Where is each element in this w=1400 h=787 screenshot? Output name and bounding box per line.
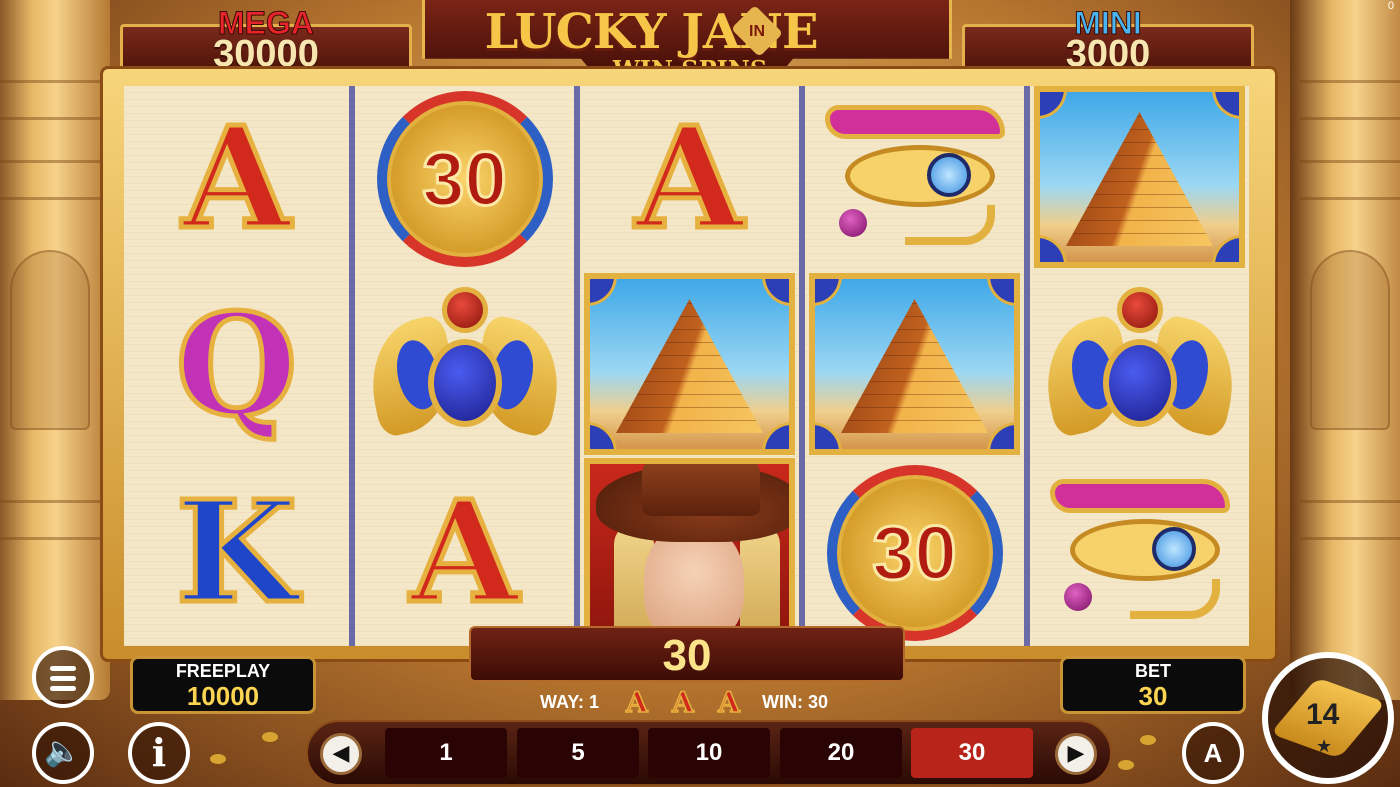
gold-coin-decoration xyxy=(1118,760,1134,770)
pillar-band xyxy=(0,160,100,200)
symbol-cell xyxy=(1030,460,1249,646)
win-amount-display: 30 xyxy=(469,626,905,682)
symbol-scarab-icon xyxy=(1033,281,1246,451)
gold-coin-decoration xyxy=(1140,735,1156,745)
symbol-cell: 30 xyxy=(355,86,574,272)
symbol-cell: Q xyxy=(124,273,349,459)
way-win-amount: WIN: 30 xyxy=(762,692,829,712)
bet-next-arrow-icon[interactable]: ▶ xyxy=(1055,733,1097,775)
symbol-cell xyxy=(1030,273,1249,459)
menu-hamburger-icon[interactable] xyxy=(32,646,94,708)
bet-prev-arrow-icon[interactable]: ◀ xyxy=(320,733,362,775)
pillar-band xyxy=(1300,160,1400,200)
bet-panel: BET 30 xyxy=(1060,656,1246,714)
symbol-cell: K xyxy=(124,460,349,646)
reel-5 xyxy=(1024,86,1249,646)
egyptian-figure-carving xyxy=(10,250,90,430)
spin-button[interactable]: 14 ★ xyxy=(1262,652,1394,784)
pillar-band xyxy=(0,500,100,540)
symbol-cell: A xyxy=(580,86,799,272)
symbol-cell xyxy=(355,273,574,459)
bet-option-1[interactable]: 1 xyxy=(385,728,507,778)
freeplay-balance-panel: FREEPLAY 10000 xyxy=(130,656,316,714)
reel-1: A Q K xyxy=(124,86,349,646)
bet-option-10[interactable]: 10 xyxy=(648,728,770,778)
bet-option-30-selected[interactable]: 30 xyxy=(911,728,1033,778)
reel-3: A xyxy=(574,86,799,646)
symbol-cell: 30 xyxy=(805,460,1024,646)
symbol-letter-a: A xyxy=(180,97,294,261)
symbol-cell: A xyxy=(124,86,349,272)
freeplay-label: FREEPLAY xyxy=(175,661,271,681)
right-pillar-decoration xyxy=(1290,0,1400,700)
bet-option-5[interactable]: 5 xyxy=(517,728,639,778)
symbol-letter-q: Q xyxy=(173,284,300,448)
symbol-lucky-jane-wild-icon xyxy=(584,458,795,646)
symbol-pyramid-icon xyxy=(809,273,1020,455)
symbol-coin-30: 30 xyxy=(826,465,1003,641)
symbol-eye-of-horus-icon xyxy=(1040,473,1240,633)
corner-counter: 0 xyxy=(1387,0,1394,12)
gold-coin-decoration xyxy=(262,732,278,742)
spin-logo-glyph: 14 xyxy=(1306,698,1340,731)
symbol-eye-of-horus-icon xyxy=(815,99,1015,259)
pillar-band xyxy=(1300,80,1400,120)
gold-coin-decoration xyxy=(210,754,226,764)
info-icon[interactable]: i xyxy=(128,722,190,784)
winning-way-info: WAY: 1 A A A WIN: 30 xyxy=(538,685,858,720)
bet-value: 30 xyxy=(1138,681,1168,711)
symbol-letter-a: A xyxy=(633,97,747,261)
symbol-cell xyxy=(805,86,1024,272)
reel-4: 30 xyxy=(799,86,1024,646)
left-pillar-decoration xyxy=(0,0,110,700)
way-symbol-a-icon: A xyxy=(625,685,648,720)
symbol-pyramid-icon xyxy=(584,273,795,455)
reel-2: 30 A xyxy=(349,86,574,646)
way-symbol-a-icon: A xyxy=(671,685,694,720)
sound-toggle-speaker-icon[interactable]: 🔈 xyxy=(32,722,94,784)
way-symbol-a-icon: A xyxy=(717,685,740,720)
bet-label: BET xyxy=(1135,661,1171,681)
freeplay-value: 10000 xyxy=(186,681,260,711)
pillar-band xyxy=(1300,500,1400,540)
symbol-scarab-icon xyxy=(358,281,571,451)
symbol-letter-a: A xyxy=(408,471,522,635)
symbol-cell: A xyxy=(355,460,574,646)
reel-area: A Q K 30 A A 30 xyxy=(124,86,1252,646)
autoplay-icon[interactable]: A xyxy=(1182,722,1244,784)
symbol-letter-k: K xyxy=(173,471,300,635)
way-count: WAY: 1 xyxy=(540,692,600,712)
symbol-coin-30: 30 xyxy=(376,91,553,267)
win-amount-value: 30 xyxy=(662,631,712,680)
symbol-pyramid-icon xyxy=(1034,86,1245,268)
egyptian-figure-carving xyxy=(1310,250,1390,430)
pillar-band xyxy=(0,80,100,120)
star-icon: ★ xyxy=(1316,736,1333,757)
bet-option-20[interactable]: 20 xyxy=(780,728,902,778)
